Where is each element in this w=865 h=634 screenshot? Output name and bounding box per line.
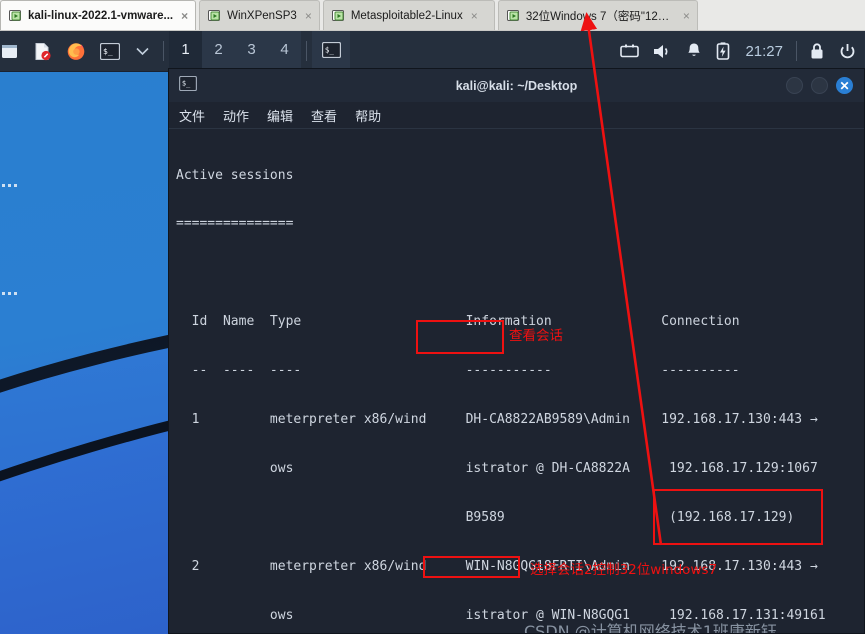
terminal-line: 1 meterpreter x86/wind DH-CA8822AB9589\A…	[176, 412, 818, 428]
terminal-line: 2 meterpreter x86/wind WIN-N8GQG18FRTI\A…	[176, 558, 818, 574]
annotation-sessions-label: 查看会话	[509, 328, 563, 344]
lock-icon[interactable]	[802, 31, 832, 71]
battery-icon[interactable]	[709, 31, 737, 71]
workspace-4[interactable]: 4	[268, 31, 301, 71]
terminal-icon: $_	[179, 75, 197, 96]
file-manager-icon[interactable]	[0, 31, 26, 71]
vmware-tab-label: Metasploitable2-Linux	[350, 9, 463, 22]
volume-icon[interactable]	[646, 31, 679, 71]
vm-play-icon	[506, 9, 520, 22]
svg-text:$_: $_	[324, 45, 334, 54]
workspace-1[interactable]: 1	[169, 31, 202, 71]
workspace-switcher: 1 2 3 4	[169, 31, 301, 71]
maximize-button[interactable]	[811, 77, 828, 94]
terminal-titlebar[interactable]: $_ kali@kali: ~/Desktop ✕	[169, 69, 864, 102]
taskbar-window-terminal[interactable]: $_	[312, 31, 350, 71]
wallpaper-dots-upper	[2, 184, 17, 187]
close-icon[interactable]: ×	[469, 10, 478, 22]
svg-text:$_: $_	[103, 47, 113, 56]
taskbar-divider	[163, 41, 164, 61]
vmware-tab-strip: kali-linux-2022.1-vmware... × WinXPenSP3…	[0, 0, 865, 31]
vm-play-icon	[9, 9, 22, 22]
close-icon[interactable]: ×	[303, 10, 312, 22]
terminal-output[interactable]: Active sessions =============== Id Name …	[169, 129, 864, 633]
terminal-title: kali@kali: ~/Desktop	[455, 78, 578, 93]
taskbar-divider-2	[306, 41, 307, 61]
close-icon[interactable]: ×	[179, 10, 188, 22]
terminal-table-rule: -- ---- ---- ----------- ----------	[176, 363, 740, 379]
vmware-tab-winxp[interactable]: WinXPenSP3 ×	[199, 0, 320, 30]
wallpaper-dots-lower	[2, 292, 17, 295]
vmware-tab-kali[interactable]: kali-linux-2022.1-vmware... ×	[0, 0, 197, 30]
clock[interactable]: 21:27	[737, 43, 791, 60]
chevron-down-icon[interactable]	[127, 31, 158, 71]
vmware-tab-label: 32位Windows 7（密码"1234...	[525, 10, 675, 23]
minimize-button[interactable]	[786, 77, 803, 94]
svg-text:$_: $_	[182, 78, 191, 87]
vmware-tab-label: kali-linux-2022.1-vmware...	[28, 9, 174, 22]
terminal-line: B9589 (192.168.17.129)	[176, 509, 795, 525]
window-controls: ✕	[786, 77, 864, 94]
vm-play-icon	[331, 9, 345, 22]
document-blocked-icon[interactable]	[26, 31, 59, 71]
taskbar-divider-3	[796, 41, 797, 61]
annotation-sessions-2-label: 选择会话2控制32位windows7	[530, 562, 718, 578]
menu-help[interactable]: 帮助	[355, 106, 381, 125]
close-icon[interactable]: ×	[681, 10, 690, 22]
firefox-icon[interactable]	[59, 31, 93, 71]
terminal-window[interactable]: $_ kali@kali: ~/Desktop ✕ 文件 动作 编辑 查看 帮助…	[168, 68, 865, 634]
power-icon[interactable]	[832, 31, 863, 71]
watermark: CSDN @计算机网络技术1班康新钰	[524, 622, 777, 633]
kali-taskbar: $_ 1 2 3 4 $_ 21:27	[0, 31, 865, 72]
close-button[interactable]: ✕	[836, 77, 853, 94]
workspace-2[interactable]: 2	[202, 31, 235, 71]
menu-view[interactable]: 查看	[311, 106, 337, 125]
notification-bell-icon[interactable]	[679, 31, 709, 71]
terminal-line: ===============	[176, 216, 294, 232]
vmware-tab-win7[interactable]: 32位Windows 7（密码"1234... ×	[497, 0, 698, 30]
vm-play-icon	[208, 9, 221, 22]
screen: kali-linux-2022.1-vmware... × WinXPenSP3…	[0, 0, 865, 634]
terminal-line: Active sessions	[176, 167, 294, 183]
terminal-icon[interactable]: $_	[93, 31, 127, 71]
menu-file[interactable]: 文件	[179, 106, 205, 125]
vmware-tab-metasploitable[interactable]: Metasploitable2-Linux ×	[322, 0, 495, 30]
vmware-tab-label: WinXPenSP3	[227, 9, 297, 22]
network-icon[interactable]	[613, 31, 646, 71]
terminal-menubar: 文件 动作 编辑 查看 帮助	[169, 102, 864, 129]
terminal-line: ows istrator @ DH-CA8822A 192.168.17.129…	[176, 460, 818, 476]
menu-edit[interactable]: 编辑	[267, 106, 293, 125]
menu-actions[interactable]: 动作	[223, 106, 249, 125]
workspace-3[interactable]: 3	[235, 31, 268, 71]
